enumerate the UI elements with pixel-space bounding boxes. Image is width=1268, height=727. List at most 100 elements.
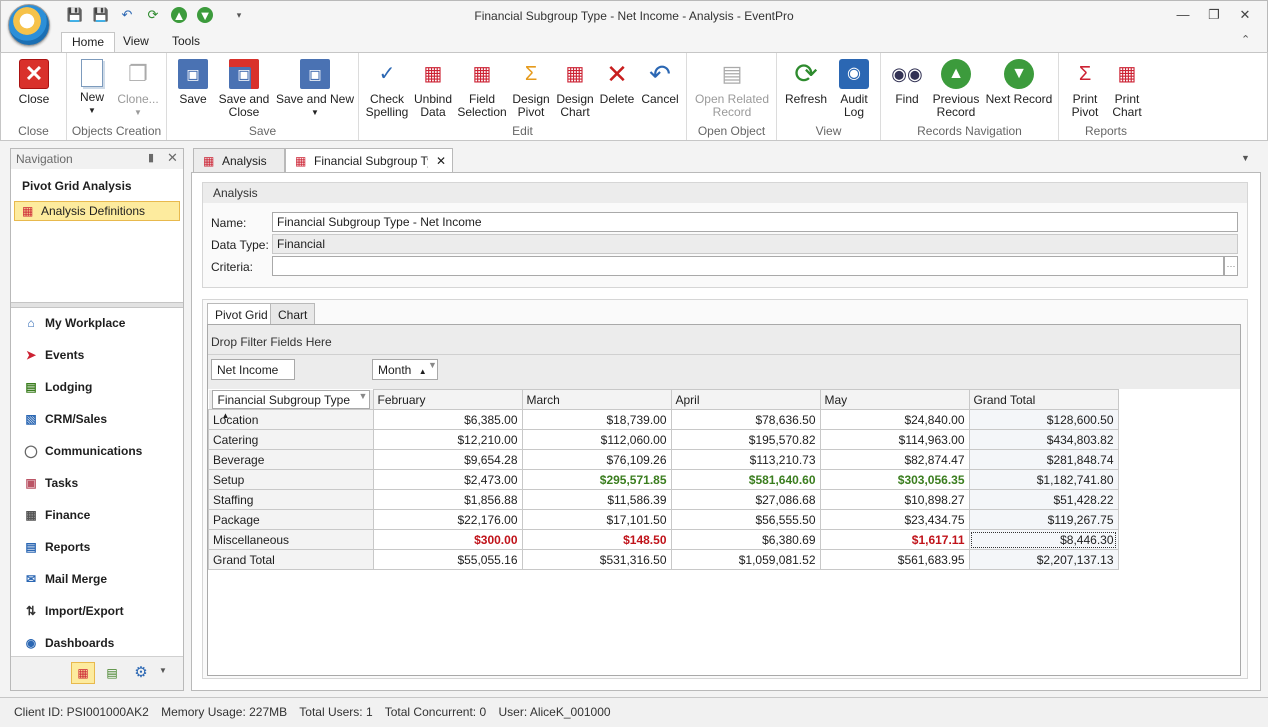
find-button[interactable]: ◉◉ Find [887,57,927,106]
table-cell[interactable]: $6,385.00 [372,409,523,430]
column-header[interactable]: February [372,389,523,410]
table-cell[interactable]: $112,060.00 [521,429,672,450]
new-button[interactable]: New ▼ [71,57,113,117]
save-close-button[interactable]: ▣ Save and Close [217,57,271,119]
nav-item-analysis-definitions[interactable]: ▦ Analysis Definitions [14,201,180,221]
table-cell[interactable]: $17,101.50 [521,509,672,530]
table-cell[interactable]: $300.00 [372,529,523,550]
table-cell[interactable]: $281,848.74 [968,449,1119,470]
tab-analysis[interactable]: ▦ Analysis [193,148,285,173]
filter-icon[interactable]: ▼ [359,391,368,401]
row-field-financial-subgroup-type[interactable]: Financial Subgroup Type ▲ ▼ [211,389,370,420]
nav-item-reports[interactable]: ▤ Reports [23,536,90,558]
row-header[interactable]: Staffing [208,489,374,510]
maximize-button[interactable]: ❐ [1203,6,1225,24]
pivot-analysis-icon[interactable]: ▦ [71,662,95,684]
chart-analysis-icon[interactable]: ▤ [101,662,123,684]
nav-item-communications[interactable]: ◯ Communications [23,440,142,462]
row-header[interactable]: Beverage [208,449,374,470]
row-header[interactable]: Setup [208,469,374,490]
gear-icon[interactable]: ⚙ [130,662,152,684]
tab-chart[interactable]: Chart [270,303,316,325]
table-cell[interactable]: $113,210.73 [670,449,821,470]
tab-home[interactable]: Home [61,32,116,53]
table-cell[interactable]: $55,055.16 [372,549,523,570]
table-cell[interactable]: $8,446.30 [968,529,1119,550]
nav-item-events[interactable]: ➤ Events [23,344,84,366]
nav-item-import-export[interactable]: ⇅ Import/Export [23,600,124,622]
tab-list-dropdown-icon[interactable]: ▼ [1241,153,1250,163]
criteria-ellipsis-button[interactable]: ··· [1224,256,1238,276]
tab-pivot-grid[interactable]: Pivot Grid [207,303,276,326]
table-cell[interactable]: $56,555.50 [670,509,821,530]
table-cell[interactable]: $581,640.60 [670,469,821,490]
delete-button[interactable]: ✕ Delete [597,57,637,106]
data-field-net-income[interactable]: Net Income [211,359,295,380]
table-cell[interactable]: $1,182,741.80 [968,469,1119,490]
table-cell[interactable]: $6,380.69 [670,529,821,550]
tab-financial-subgroup-type[interactable]: ▦ Financial Subgroup Type ✕ [285,148,453,173]
table-cell[interactable]: $82,874.47 [819,449,970,470]
column-field-month[interactable]: Month ▲ ▼ [372,359,438,380]
name-field[interactable]: Financial Subgroup Type - Net Income [272,212,1238,232]
column-header[interactable]: Grand Total [968,389,1119,410]
app-logo[interactable] [8,4,50,46]
design-chart-button[interactable]: ▦ Design Chart [553,57,597,119]
drop-filter-area[interactable]: Drop Filter Fields Here [211,335,332,349]
table-cell[interactable]: $78,636.50 [670,409,821,430]
unbind-data-button[interactable]: ▦ Unbind Data [411,57,455,119]
close-icon[interactable]: ✕ [167,150,178,166]
cancel-button[interactable]: ↶ Cancel [639,57,681,106]
save-button[interactable]: ▣ Save [173,57,213,106]
table-cell[interactable]: $128,600.50 [968,409,1119,430]
column-header[interactable]: March [521,389,672,410]
design-pivot-button[interactable]: Σ Design Pivot [509,57,553,119]
print-chart-button[interactable]: ▦ Print Chart [1107,57,1147,119]
table-cell[interactable]: $76,109.26 [521,449,672,470]
table-cell[interactable]: $1,617.11 [819,529,970,550]
table-cell[interactable]: $22,176.00 [372,509,523,530]
nav-item-lodging[interactable]: ▤ Lodging [23,376,92,398]
next-record-button[interactable]: ▼ Next Record [985,57,1053,106]
table-cell[interactable]: $561,683.95 [819,549,970,570]
refresh-button[interactable]: ⟳ Refresh [783,57,829,106]
table-cell[interactable]: $119,267.75 [968,509,1119,530]
close-button[interactable]: ✕ Close [11,57,57,106]
nav-item-finance[interactable]: ▦ Finance [23,504,90,526]
column-header[interactable]: May [819,389,970,410]
row-header[interactable]: Grand Total [208,549,374,570]
row-header[interactable]: Location [208,409,374,430]
tab-tools[interactable]: Tools [162,32,210,52]
print-pivot-button[interactable]: Σ Print Pivot [1065,57,1105,119]
table-cell[interactable]: $11,586.39 [521,489,672,510]
save-new-button[interactable]: ▣ Save and New ▼ [275,57,355,119]
table-cell[interactable]: $9,654.28 [372,449,523,470]
check-spelling-button[interactable]: ✓ Check Spelling [365,57,409,119]
pin-icon[interactable]: ▮ [148,151,154,164]
table-cell[interactable]: $195,570.82 [670,429,821,450]
open-related-record-button[interactable]: ▤ Open Related Record [691,57,773,119]
row-header[interactable]: Package [208,509,374,530]
close-window-button[interactable]: ✕ [1234,6,1256,24]
row-header[interactable]: Catering [208,429,374,450]
table-cell[interactable]: $2,473.00 [372,469,523,490]
table-cell[interactable]: $2,207,137.13 [968,549,1119,570]
tab-view[interactable]: View [113,32,159,52]
table-cell[interactable]: $531,316.50 [521,549,672,570]
field-selection-button[interactable]: ▦ Field Selection [457,57,507,119]
criteria-field[interactable] [272,256,1224,276]
previous-record-button[interactable]: ▲ Previous Record [929,57,983,119]
minimize-button[interactable]: — [1172,6,1194,24]
table-cell[interactable]: $51,428.22 [968,489,1119,510]
nav-item-dashboards[interactable]: ◉ Dashboards [23,632,115,654]
collapse-ribbon-icon[interactable]: ⌃ [1241,33,1250,46]
table-cell[interactable]: $24,840.00 [819,409,970,430]
chevron-down-icon[interactable]: ▼ [159,666,167,675]
nav-item-mail-merge[interactable]: ✉ Mail Merge [23,568,107,590]
audit-log-button[interactable]: ◉ Audit Log [833,57,875,119]
table-cell[interactable]: $114,963.00 [819,429,970,450]
nav-splitter[interactable] [11,302,183,308]
table-cell[interactable]: $18,739.00 [521,409,672,430]
table-cell[interactable]: $10,898.27 [819,489,970,510]
filter-icon[interactable]: ▼ [428,360,437,370]
